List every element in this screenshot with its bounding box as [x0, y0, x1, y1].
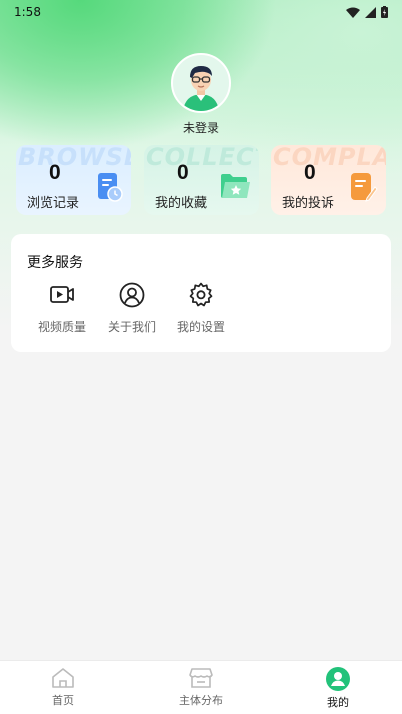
login-status-text[interactable]: 未登录 — [0, 119, 402, 136]
tab-distribution[interactable]: 主体分布 — [161, 667, 241, 708]
tab-distribution-label: 主体分布 — [179, 694, 223, 707]
my-complaint-card[interactable]: COMPLAIN 0 我的投诉 — [271, 145, 386, 215]
my-settings-label: 我的设置 — [176, 320, 225, 334]
card-bg-word: BROWSE — [18, 145, 131, 171]
complaint-label: 我的投诉 — [282, 196, 335, 211]
store-icon — [189, 668, 213, 688]
home-icon — [52, 668, 74, 688]
video-icon — [50, 286, 74, 303]
tab-home-label: 首页 — [52, 694, 74, 707]
browse-label: 浏览记录 — [27, 196, 80, 211]
user-circle-icon — [119, 282, 145, 308]
browse-count: 0 — [49, 161, 61, 184]
video-quality-item[interactable]: 视频质量 — [27, 282, 97, 338]
gear-icon — [189, 282, 213, 307]
tab-home[interactable]: 首页 — [23, 667, 103, 708]
more-services-panel: 更多服务 视频质量 关于我们 我的设置 — [11, 234, 391, 352]
star-folder-icon — [221, 174, 250, 198]
avatar[interactable] — [171, 53, 231, 113]
history-doc-icon — [98, 173, 123, 202]
collection-count: 0 — [177, 161, 189, 184]
browse-history-card[interactable]: BROWSE 0 浏览记录 — [16, 145, 131, 215]
about-us-label: 关于我们 — [107, 320, 156, 334]
services-title: 更多服务 — [27, 255, 83, 271]
tab-mine-label: 我的 — [327, 696, 349, 709]
tab-mine[interactable]: 我的 — [298, 667, 378, 710]
status-time: 1:58 — [14, 5, 41, 19]
my-settings-item[interactable]: 我的设置 — [166, 282, 236, 338]
battery-icon — [381, 6, 388, 18]
profile-icon — [326, 667, 350, 691]
wifi-icon — [346, 7, 360, 18]
avatar-illustration — [173, 55, 229, 111]
my-collection-card[interactable]: COLLECT 0 我的收藏 — [144, 145, 259, 215]
card-bg-word: COLLECT — [146, 145, 259, 171]
video-quality-label: 视频质量 — [37, 320, 86, 334]
edit-doc-icon — [351, 173, 378, 202]
card-bg-word: COMPLAIN — [273, 145, 386, 171]
status-bar: 1:58 — [0, 0, 402, 24]
complaint-count: 0 — [304, 161, 316, 184]
signal-icon — [365, 6, 376, 18]
status-icons — [346, 6, 388, 18]
collection-label: 我的收藏 — [155, 196, 208, 211]
about-us-item[interactable]: 关于我们 — [97, 282, 167, 338]
bottom-tab-bar: 首页 主体分布 我的 — [0, 660, 402, 714]
